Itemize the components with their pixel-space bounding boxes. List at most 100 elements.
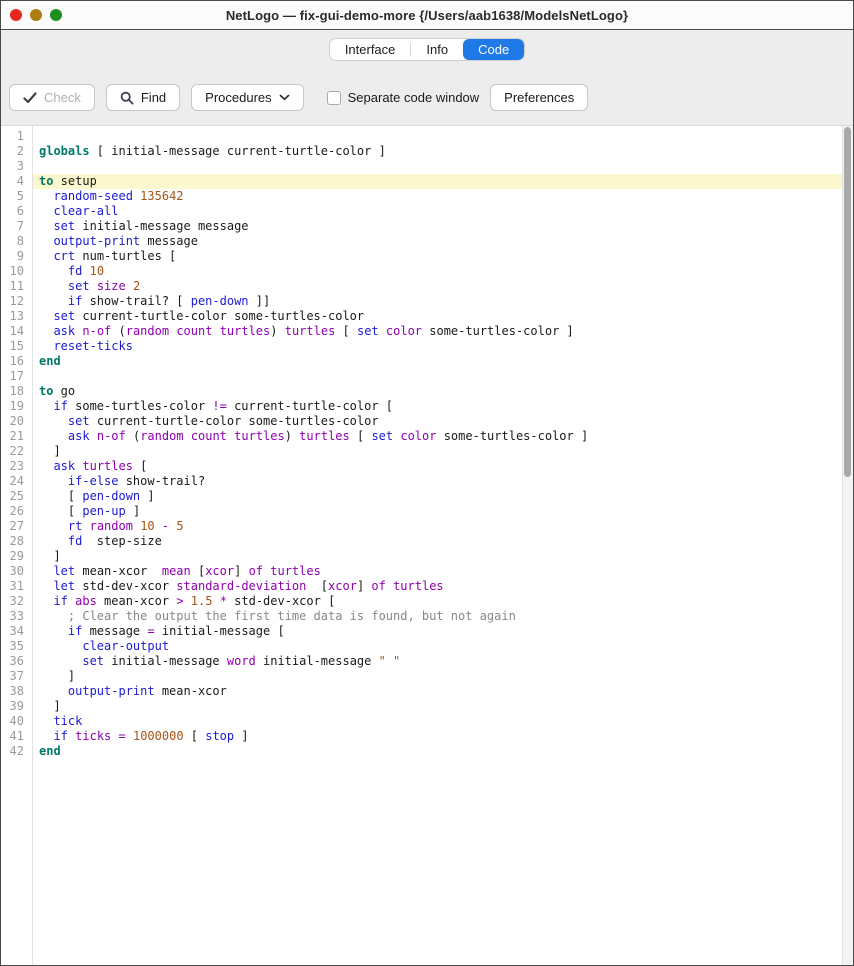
code-token: " " <box>379 654 401 668</box>
code-line[interactable]: if message = initial-message [ <box>33 624 842 639</box>
line-number: 9 <box>1 249 32 264</box>
code-line[interactable] <box>33 159 842 174</box>
code-content[interactable]: globals [ initial-message current-turtle… <box>33 126 842 965</box>
code-token: pen-up <box>82 504 125 518</box>
code-line[interactable]: clear-all <box>33 204 842 219</box>
code-token <box>39 219 53 233</box>
code-token: 2 <box>133 279 140 293</box>
code-token <box>126 279 133 293</box>
code-token <box>39 459 53 473</box>
code-line[interactable]: set initial-message word initial-message… <box>33 654 842 669</box>
code-token: 1.5 <box>191 594 213 608</box>
code-line[interactable]: ask n-of (random count turtles) turtles … <box>33 429 842 444</box>
code-token <box>82 519 89 533</box>
code-token: if-else <box>68 474 119 488</box>
code-line[interactable]: fd 10 <box>33 264 842 279</box>
line-number: 36 <box>1 654 32 669</box>
code-line[interactable]: let mean-xcor mean [xcor] of turtles <box>33 564 842 579</box>
code-line[interactable]: to setup <box>33 174 842 189</box>
code-line[interactable]: let std-dev-xcor standard-deviation [xco… <box>33 579 842 594</box>
zoom-window-button[interactable] <box>50 9 62 21</box>
code-token: != <box>212 399 226 413</box>
code-token: ] <box>234 564 248 578</box>
code-token: stop <box>205 729 234 743</box>
line-number: 11 <box>1 279 32 294</box>
code-token: ] <box>39 444 61 458</box>
code-token <box>39 639 82 653</box>
code-token: [ <box>184 729 206 743</box>
find-button[interactable]: Find <box>106 84 180 111</box>
minimize-window-button[interactable] <box>30 9 42 21</box>
vertical-scrollbar[interactable] <box>842 126 853 965</box>
code-token: set <box>53 219 75 233</box>
code-token: current-turtle-color some-turtles-color <box>75 309 364 323</box>
code-token: ( <box>126 429 140 443</box>
tab-info[interactable]: Info <box>411 39 463 60</box>
code-token: ]] <box>249 294 271 308</box>
code-line[interactable]: to go <box>33 384 842 399</box>
code-line[interactable]: rt random 10 - 5 <box>33 519 842 534</box>
code-token: set <box>357 324 379 338</box>
code-line[interactable]: ask turtles [ <box>33 459 842 474</box>
code-line[interactable]: ] <box>33 549 842 564</box>
code-line[interactable]: ] <box>33 699 842 714</box>
code-token: num-turtles [ <box>75 249 176 263</box>
line-number: 31 <box>1 579 32 594</box>
code-token: show-trail? [ <box>82 294 190 308</box>
code-line[interactable]: tick <box>33 714 842 729</box>
close-window-button[interactable] <box>10 9 22 21</box>
code-token: if <box>68 294 82 308</box>
code-line[interactable]: [ pen-down ] <box>33 489 842 504</box>
code-line[interactable]: crt num-turtles [ <box>33 249 842 264</box>
line-number: 34 <box>1 624 32 639</box>
code-line[interactable]: [ pen-up ] <box>33 504 842 519</box>
code-token: crt <box>53 249 75 263</box>
code-token: if <box>53 729 67 743</box>
code-line[interactable]: clear-output <box>33 639 842 654</box>
procedures-dropdown-label: Procedures <box>205 90 271 105</box>
code-line[interactable]: end <box>33 744 842 759</box>
check-button[interactable]: Check <box>9 84 95 111</box>
code-line[interactable]: set initial-message message <box>33 219 842 234</box>
code-token: 1000000 <box>133 729 184 743</box>
code-line[interactable]: ; Clear the output the first time data i… <box>33 609 842 624</box>
code-line[interactable]: output-print message <box>33 234 842 249</box>
code-line[interactable]: ask n-of (random count turtles) turtles … <box>33 324 842 339</box>
code-line[interactable]: set size 2 <box>33 279 842 294</box>
code-line[interactable]: if ticks = 1000000 [ stop ] <box>33 729 842 744</box>
procedures-dropdown[interactable]: Procedures <box>191 84 303 111</box>
preferences-button[interactable]: Preferences <box>490 84 588 111</box>
code-line[interactable]: ] <box>33 444 842 459</box>
code-line[interactable] <box>33 369 842 384</box>
code-line[interactable] <box>33 129 842 144</box>
code-line[interactable]: set current-turtle-color some-turtles-co… <box>33 414 842 429</box>
code-line[interactable]: reset-ticks <box>33 339 842 354</box>
code-line[interactable]: globals [ initial-message current-turtle… <box>33 144 842 159</box>
line-number: 7 <box>1 219 32 234</box>
code-token: std-dev-xcor [ <box>227 594 335 608</box>
code-token: set <box>68 279 90 293</box>
code-token: 5 <box>176 519 183 533</box>
code-token: some-turtles-color <box>68 399 213 413</box>
code-line[interactable]: if some-turtles-color != current-turtle-… <box>33 399 842 414</box>
code-line[interactable]: if abs mean-xcor > 1.5 * std-dev-xcor [ <box>33 594 842 609</box>
code-line[interactable]: ] <box>33 669 842 684</box>
code-line[interactable]: random-seed 135642 <box>33 189 842 204</box>
code-line[interactable]: if show-trail? [ pen-down ]] <box>33 294 842 309</box>
code-token: [ <box>39 504 82 518</box>
tab-code[interactable]: Code <box>463 39 524 60</box>
code-token: some-turtles-color ] <box>422 324 574 338</box>
code-line[interactable]: set current-turtle-color some-turtles-co… <box>33 309 842 324</box>
tab-interface[interactable]: Interface <box>330 39 411 60</box>
line-number: 38 <box>1 684 32 699</box>
code-line[interactable]: if-else show-trail? <box>33 474 842 489</box>
code-token: rt <box>68 519 82 533</box>
code-line[interactable]: output-print mean-xcor <box>33 684 842 699</box>
code-line[interactable]: end <box>33 354 842 369</box>
separate-code-window-checkbox[interactable] <box>327 91 341 105</box>
code-token: output-print <box>68 684 155 698</box>
scrollbar-thumb[interactable] <box>844 127 851 477</box>
code-token <box>39 279 68 293</box>
code-token <box>39 564 53 578</box>
code-line[interactable]: fd step-size <box>33 534 842 549</box>
